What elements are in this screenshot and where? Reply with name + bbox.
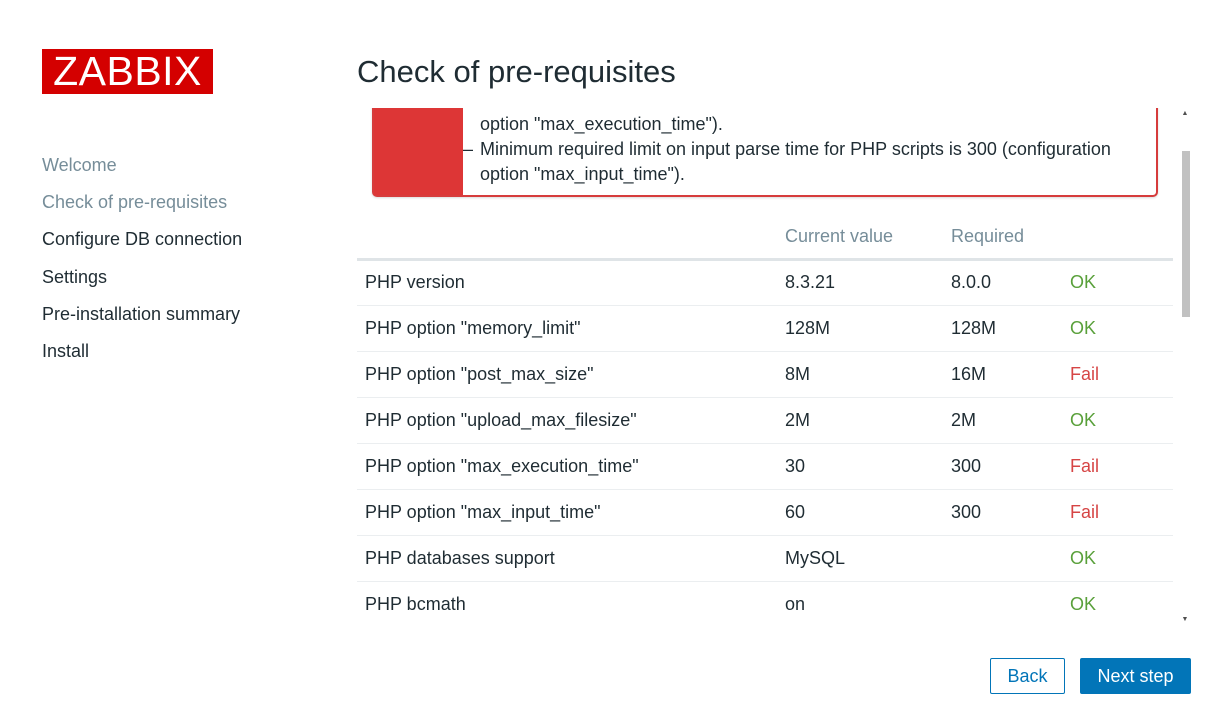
row-status: OK [1062,259,1173,306]
back-button[interactable]: Back [990,658,1065,694]
table-row: PHP option "memory_limit" 128M 128M OK [357,305,1173,352]
setup-steps-nav: Welcome Check of pre-requisites Configur… [42,152,242,375]
prerequisites-scroll-area[interactable]: option "max_execution_time"). – Minimum r… [357,108,1173,626]
error-detail-line: option "max_execution_time"). [480,114,723,134]
table-row: PHP version 8.3.21 8.0.0 OK [357,259,1173,306]
row-name: PHP option "memory_limit" [357,305,777,352]
table-header-row: Current value Required [357,215,1173,261]
row-status: Fail [1062,351,1173,398]
row-status: OK [1062,305,1173,352]
row-current: 60 [777,489,943,536]
row-status: OK [1062,581,1173,626]
row-required: 8.0.0 [943,259,1062,306]
row-current: 2M [777,397,943,444]
next-step-button[interactable]: Next step [1080,658,1191,694]
row-required [943,535,1062,582]
list-dash: – [463,139,474,159]
table-row: PHP bcmath on OK [357,581,1173,626]
row-name: PHP databases support [357,535,777,582]
step-check-prerequisites: Check of pre-requisites [42,192,228,213]
table-row: PHP option "upload_max_filesize" 2M 2M O… [357,397,1173,444]
page-title: Check of pre-requisites [357,54,676,89]
error-detail-item: – Minimum required limit on input parse t… [463,137,1111,162]
prerequisites-table: Current value Required PHP version 8.3.2… [357,215,1173,626]
row-status: OK [1062,535,1173,582]
row-name: PHP option "max_input_time" [357,489,777,536]
scroll-down-arrow-icon[interactable]: ▼ [1179,614,1191,626]
table-row: PHP option "max_execution_time" 30 300 F… [357,443,1173,490]
error-detail-text: Minimum required limit on input parse ti… [480,139,1111,159]
row-status: Fail [1062,443,1173,490]
row-current: 128M [777,305,943,352]
step-pre-installation-summary: Pre-installation summary [42,303,241,324]
step-install: Install [42,340,90,361]
scroll-up-arrow-icon[interactable]: ▲ [1179,108,1191,120]
row-status: OK [1062,397,1173,444]
row-name: PHP bcmath [357,581,777,626]
step-welcome: Welcome [42,155,117,175]
error-detail-line: option "max_input_time"). [480,164,685,184]
scrollbar-thumb[interactable] [1182,151,1190,317]
vertical-scrollbar[interactable]: ▲ ▼ [1179,108,1191,626]
step-configure-db: Configure DB connection [42,229,243,250]
table-row: PHP option "max_input_time" 60 300 Fail [357,489,1173,536]
table-row: PHP databases support MySQL OK [357,535,1173,582]
header-name [357,215,777,261]
row-current: 8M [777,351,943,398]
row-current: on [777,581,943,626]
row-name: PHP option "post_max_size" [357,351,777,398]
row-required: 300 [943,443,1062,490]
row-required: 128M [943,305,1062,352]
zabbix-logo: ZABBIX [42,49,213,94]
row-current: 30 [777,443,943,490]
row-required: 2M [943,397,1062,444]
row-required: 300 [943,489,1062,536]
step-settings: Settings [42,266,108,287]
header-current-value: Current value [777,215,943,261]
row-name: PHP option "max_execution_time" [357,443,777,490]
header-required: Required [943,215,1062,261]
row-required [943,581,1062,626]
header-result [1062,215,1173,261]
row-current: 8.3.21 [777,259,943,306]
row-name: PHP version [357,259,777,306]
table-row: PHP option "post_max_size" 8M 16M Fail [357,351,1173,398]
row-current: MySQL [777,535,943,582]
error-icon-bar [374,108,463,195]
error-message-box: option "max_execution_time"). – Minimum r… [372,108,1158,197]
row-required: 16M [943,351,1062,398]
row-name: PHP option "upload_max_filesize" [357,397,777,444]
row-status: Fail [1062,489,1173,536]
